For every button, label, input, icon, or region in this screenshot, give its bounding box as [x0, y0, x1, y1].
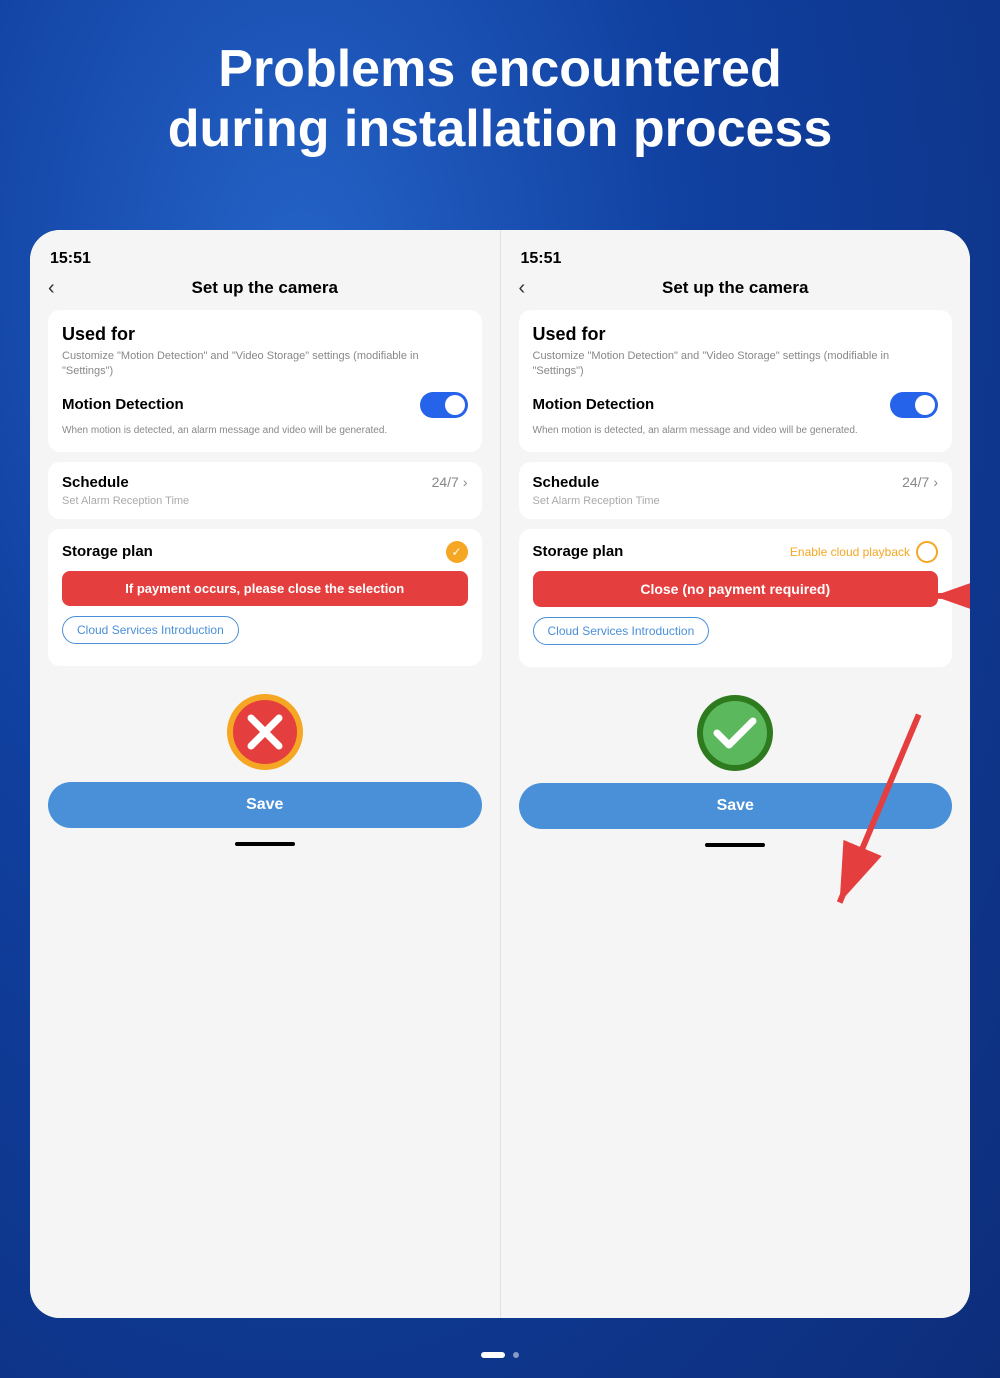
right-used-for-title: Used for	[533, 324, 939, 345]
dot-active	[481, 1352, 505, 1358]
right-used-for-desc: Customize "Motion Detection" and "Video …	[533, 349, 939, 380]
left-warning-button[interactable]: If payment occurs, please close the sele…	[62, 571, 468, 606]
left-cloud-link-text[interactable]: Cloud Services Introduction	[62, 616, 239, 644]
right-motion-desc: When motion is detected, an alarm messag…	[533, 424, 939, 438]
left-motion-row: Motion Detection	[62, 392, 468, 418]
main-card: 15:51 ‹ Set up the camera Used for Custo…	[30, 230, 970, 1318]
page-title: Problems encountered during installation…	[0, 40, 1000, 160]
left-used-for-desc: Customize "Motion Detection" and "Video …	[62, 349, 468, 380]
left-chevron-icon: ›	[463, 474, 468, 490]
right-chevron-icon: ›	[933, 474, 938, 490]
right-schedule-row[interactable]: Schedule 24/7 ›	[533, 474, 939, 491]
right-back-button[interactable]: ‹	[519, 277, 526, 300]
bottom-dots	[0, 1352, 1000, 1358]
right-schedule-sub: Set Alarm Reception Time	[533, 495, 939, 507]
left-storage-label: Storage plan	[62, 543, 153, 560]
left-storage-check-icon[interactable]: ✓	[446, 541, 468, 563]
left-schedule-row[interactable]: Schedule 24/7 ›	[62, 474, 468, 491]
left-storage-card: Storage plan ✓ If payment occurs, please…	[48, 529, 482, 666]
right-nav-title: Set up the camera	[662, 278, 808, 298]
right-home-indicator	[705, 843, 765, 847]
left-save-button[interactable]: Save	[48, 782, 482, 828]
left-schedule-card: Schedule 24/7 › Set Alarm Reception Time	[48, 462, 482, 519]
right-schedule-card: Schedule 24/7 › Set Alarm Reception Time	[519, 462, 953, 519]
right-storage-card: Storage plan Enable cloud playback Close…	[519, 529, 953, 667]
left-back-button[interactable]: ‹	[48, 277, 55, 300]
left-error-icon	[225, 692, 305, 772]
left-cloud-services-link[interactable]: Cloud Services Introduction	[62, 616, 468, 654]
right-enable-cloud-text: Enable cloud playback	[790, 545, 910, 559]
right-success-icon	[695, 693, 775, 773]
right-motion-label: Motion Detection	[533, 396, 655, 413]
dot-inactive	[513, 1352, 519, 1358]
left-used-for-card: Used for Customize "Motion Detection" an…	[48, 310, 482, 452]
right-storage-row: Storage plan Enable cloud playback	[533, 541, 939, 563]
right-used-for-card: Used for Customize "Motion Detection" an…	[519, 310, 953, 452]
left-nav-bar: ‹ Set up the camera	[48, 278, 482, 298]
left-phone-panel: 15:51 ‹ Set up the camera Used for Custo…	[30, 230, 501, 1318]
left-schedule-value: 24/7 ›	[432, 474, 468, 490]
left-icon-area	[48, 676, 482, 782]
phones-row: 15:51 ‹ Set up the camera Used for Custo…	[30, 230, 970, 1318]
right-storage-circle[interactable]	[916, 541, 938, 563]
left-used-for-title: Used for	[62, 324, 468, 345]
left-motion-toggle[interactable]	[420, 392, 468, 418]
right-status-bar: 15:51	[519, 250, 953, 268]
left-motion-label: Motion Detection	[62, 396, 184, 413]
left-schedule-label: Schedule	[62, 474, 129, 491]
right-icon-area	[519, 677, 953, 783]
right-motion-row: Motion Detection	[533, 392, 939, 418]
left-nav-title: Set up the camera	[192, 278, 338, 298]
left-storage-row: Storage plan ✓	[62, 541, 468, 563]
right-schedule-value: 24/7 ›	[902, 474, 938, 490]
right-schedule-label: Schedule	[533, 474, 600, 491]
right-close-button[interactable]: Close (no payment required)	[533, 571, 939, 607]
right-cloud-services-link[interactable]: Cloud Services Introduction	[533, 617, 939, 655]
right-save-button[interactable]: Save	[519, 783, 953, 829]
right-motion-toggle[interactable]	[890, 392, 938, 418]
right-storage-label: Storage plan	[533, 543, 624, 560]
left-status-bar: 15:51	[48, 250, 482, 268]
right-nav-bar: ‹ Set up the camera	[519, 278, 953, 298]
right-cloud-link-text[interactable]: Cloud Services Introduction	[533, 617, 710, 645]
left-motion-desc: When motion is detected, an alarm messag…	[62, 424, 468, 438]
right-phone-panel: 15:51 ‹ Set up the camera Used for Custo…	[501, 230, 971, 1318]
left-schedule-sub: Set Alarm Reception Time	[62, 495, 468, 507]
left-home-indicator	[235, 842, 295, 846]
